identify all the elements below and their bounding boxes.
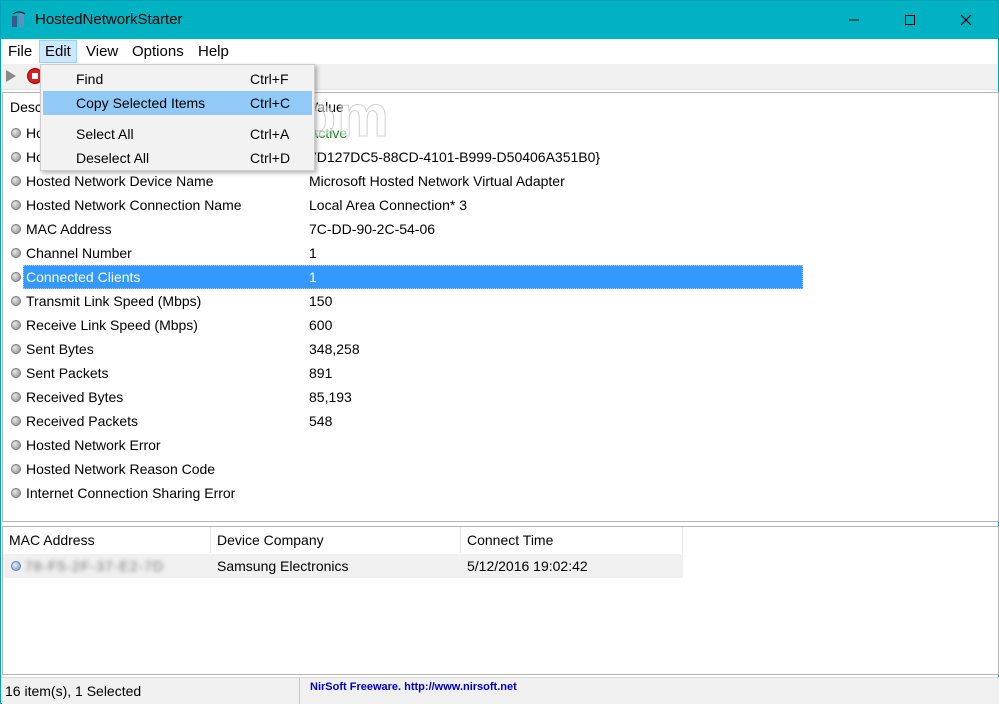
- item-description: Channel Number: [26, 245, 132, 261]
- list-item[interactable]: Receive Link Speed (Mbps) 600: [3, 313, 803, 337]
- title-bar[interactable]: HostedNetworkStarter: [1, 1, 998, 39]
- bullet-icon: [11, 224, 21, 234]
- list-item[interactable]: Hosted Network Reason Code: [3, 457, 803, 481]
- item-value: 548: [309, 413, 333, 429]
- menu-help[interactable]: Help: [193, 40, 234, 63]
- list-item[interactable]: Hosted Network Error: [3, 433, 803, 457]
- item-description: Connected Clients: [26, 269, 141, 285]
- item-value: 891: [309, 365, 333, 381]
- bullet-icon: [11, 248, 21, 258]
- item-value: 1: [309, 269, 317, 285]
- status-bar: 16 item(s), 1 Selected NirSoft Freeware.…: [2, 677, 999, 704]
- play-icon[interactable]: [6, 70, 16, 82]
- bullet-icon: [11, 200, 21, 210]
- item-description: Hosted Network Error: [26, 437, 161, 453]
- client-connect-time: 5/12/2016 19:02:42: [467, 558, 588, 574]
- item-description: Transmit Link Speed (Mbps): [26, 293, 202, 309]
- client-mac: 78-F5-2F-37-E2-7D: [25, 558, 165, 574]
- item-description: Received Packets: [26, 413, 139, 429]
- maximize-icon: [905, 15, 915, 25]
- bullet-icon: [11, 272, 21, 282]
- device-bullet-icon: [11, 561, 21, 571]
- bullet-icon: [11, 152, 21, 162]
- menu-item-copy-selected[interactable]: Copy Selected Items Ctrl+C: [43, 91, 312, 115]
- bullet-icon: [11, 440, 21, 450]
- nirsoft-link[interactable]: NirSoft Freeware. http://www.nirsoft.net: [310, 681, 517, 693]
- item-description: Receive Link Speed (Mbps): [26, 317, 198, 333]
- menu-item-shortcut: Ctrl+F: [250, 71, 289, 87]
- close-icon: [960, 14, 972, 26]
- menu-item-shortcut: Ctrl+D: [250, 150, 291, 166]
- menu-file[interactable]: File: [3, 40, 37, 63]
- item-description: Internet Connection Sharing Error: [26, 485, 236, 501]
- list-item[interactable]: MAC Address 7C-DD-90-2C-54-06: [3, 217, 803, 241]
- column-mac-address[interactable]: MAC Address: [3, 527, 211, 553]
- bullet-icon: [11, 368, 21, 378]
- column-connect-time[interactable]: Connect Time: [461, 527, 683, 553]
- bullet-icon: [11, 296, 21, 306]
- minimize-button[interactable]: [831, 1, 877, 39]
- column-device-company[interactable]: Device Company: [211, 527, 461, 553]
- list-item[interactable]: Received Packets 548: [3, 409, 803, 433]
- bullet-icon: [11, 392, 21, 402]
- item-value: 7C-DD-90-2C-54-06: [309, 221, 436, 237]
- menu-item-label: Select All: [76, 126, 134, 142]
- menu-options[interactable]: Options: [127, 40, 189, 63]
- maximize-button[interactable]: [887, 1, 933, 39]
- bullet-icon: [11, 344, 21, 354]
- menu-item-shortcut: Ctrl+C: [250, 95, 291, 111]
- list-item[interactable]: Connected Clients 1: [3, 265, 803, 289]
- bullet-icon: [11, 128, 21, 138]
- item-value: Local Area Connection* 3: [309, 197, 467, 213]
- column-description[interactable]: Desc: [10, 99, 42, 115]
- minimize-icon: [849, 19, 859, 21]
- close-button[interactable]: [943, 1, 989, 39]
- item-description: Sent Bytes: [26, 341, 94, 357]
- menu-item-find[interactable]: Find Ctrl+F: [43, 67, 312, 91]
- menu-bar: File Edit View Options Help: [1, 39, 998, 64]
- list-item[interactable]: Hosted Network Device Name Microsoft Host…: [3, 169, 803, 193]
- app-icon: [12, 11, 26, 27]
- item-value: 348,258: [309, 341, 360, 357]
- edit-menu-dropdown: Find Ctrl+F Copy Selected Items Ctrl+C S…: [40, 64, 315, 171]
- menu-item-deselect-all[interactable]: Deselect All Ctrl+D: [43, 146, 312, 170]
- item-description: Hosted Network Connection Name: [26, 197, 242, 213]
- item-value: Microsoft Hosted Network Virtual Adapter: [309, 173, 565, 189]
- list-item[interactable]: Transmit Link Speed (Mbps) 150: [3, 289, 803, 313]
- bullet-icon: [11, 488, 21, 498]
- item-value: 150: [309, 293, 333, 309]
- bullet-icon: [11, 176, 21, 186]
- menu-item-label: Copy Selected Items: [76, 95, 206, 111]
- list-item[interactable]: Channel Number 1: [3, 241, 803, 265]
- window-title: HostedNetworkStarter: [35, 11, 183, 28]
- list-item[interactable]: Internet Connection Sharing Error: [3, 481, 803, 505]
- menu-view[interactable]: View: [81, 40, 123, 63]
- item-value: 1: [309, 245, 317, 261]
- menu-item-label: Find: [76, 71, 104, 87]
- item-value: 7D127DC5-88CD-4101-B999-D50406A351B0}: [309, 149, 601, 165]
- status-item-count: 16 item(s), 1 Selected: [5, 678, 300, 704]
- list-item[interactable]: Sent Packets 891: [3, 361, 803, 385]
- app-window: HostedNetworkStarter File Edit View Opti…: [0, 0, 999, 704]
- menu-edit[interactable]: Edit: [39, 40, 77, 63]
- list-item[interactable]: Hosted Network Connection Name Local Area…: [3, 193, 803, 217]
- item-description: Hosted Network Device Name: [26, 173, 214, 189]
- bullet-icon: [11, 464, 21, 474]
- item-description: MAC Address: [26, 221, 112, 237]
- menu-item-shortcut: Ctrl+A: [250, 126, 290, 142]
- item-description: Hosted Network Reason Code: [26, 461, 216, 477]
- item-value: 600: [309, 317, 333, 333]
- client-company: Samsung Electronics: [217, 558, 349, 574]
- bullet-icon: [11, 320, 21, 330]
- item-description: Received Bytes: [26, 389, 124, 405]
- menu-item-select-all[interactable]: Select All Ctrl+A: [43, 122, 312, 146]
- clients-list[interactable]: MAC Address Device Company Connect Time …: [2, 526, 999, 675]
- item-description: Sent Packets: [26, 365, 109, 381]
- list-item[interactable]: Sent Bytes 348,258: [3, 337, 803, 361]
- item-value: 85,193: [309, 389, 352, 405]
- menu-item-label: Deselect All: [76, 150, 150, 166]
- bullet-icon: [11, 416, 21, 426]
- list-item[interactable]: Received Bytes 85,193: [3, 385, 803, 409]
- table-row[interactable]: 78-F5-2F-37-E2-7D Samsung Electronics 5/…: [3, 554, 683, 578]
